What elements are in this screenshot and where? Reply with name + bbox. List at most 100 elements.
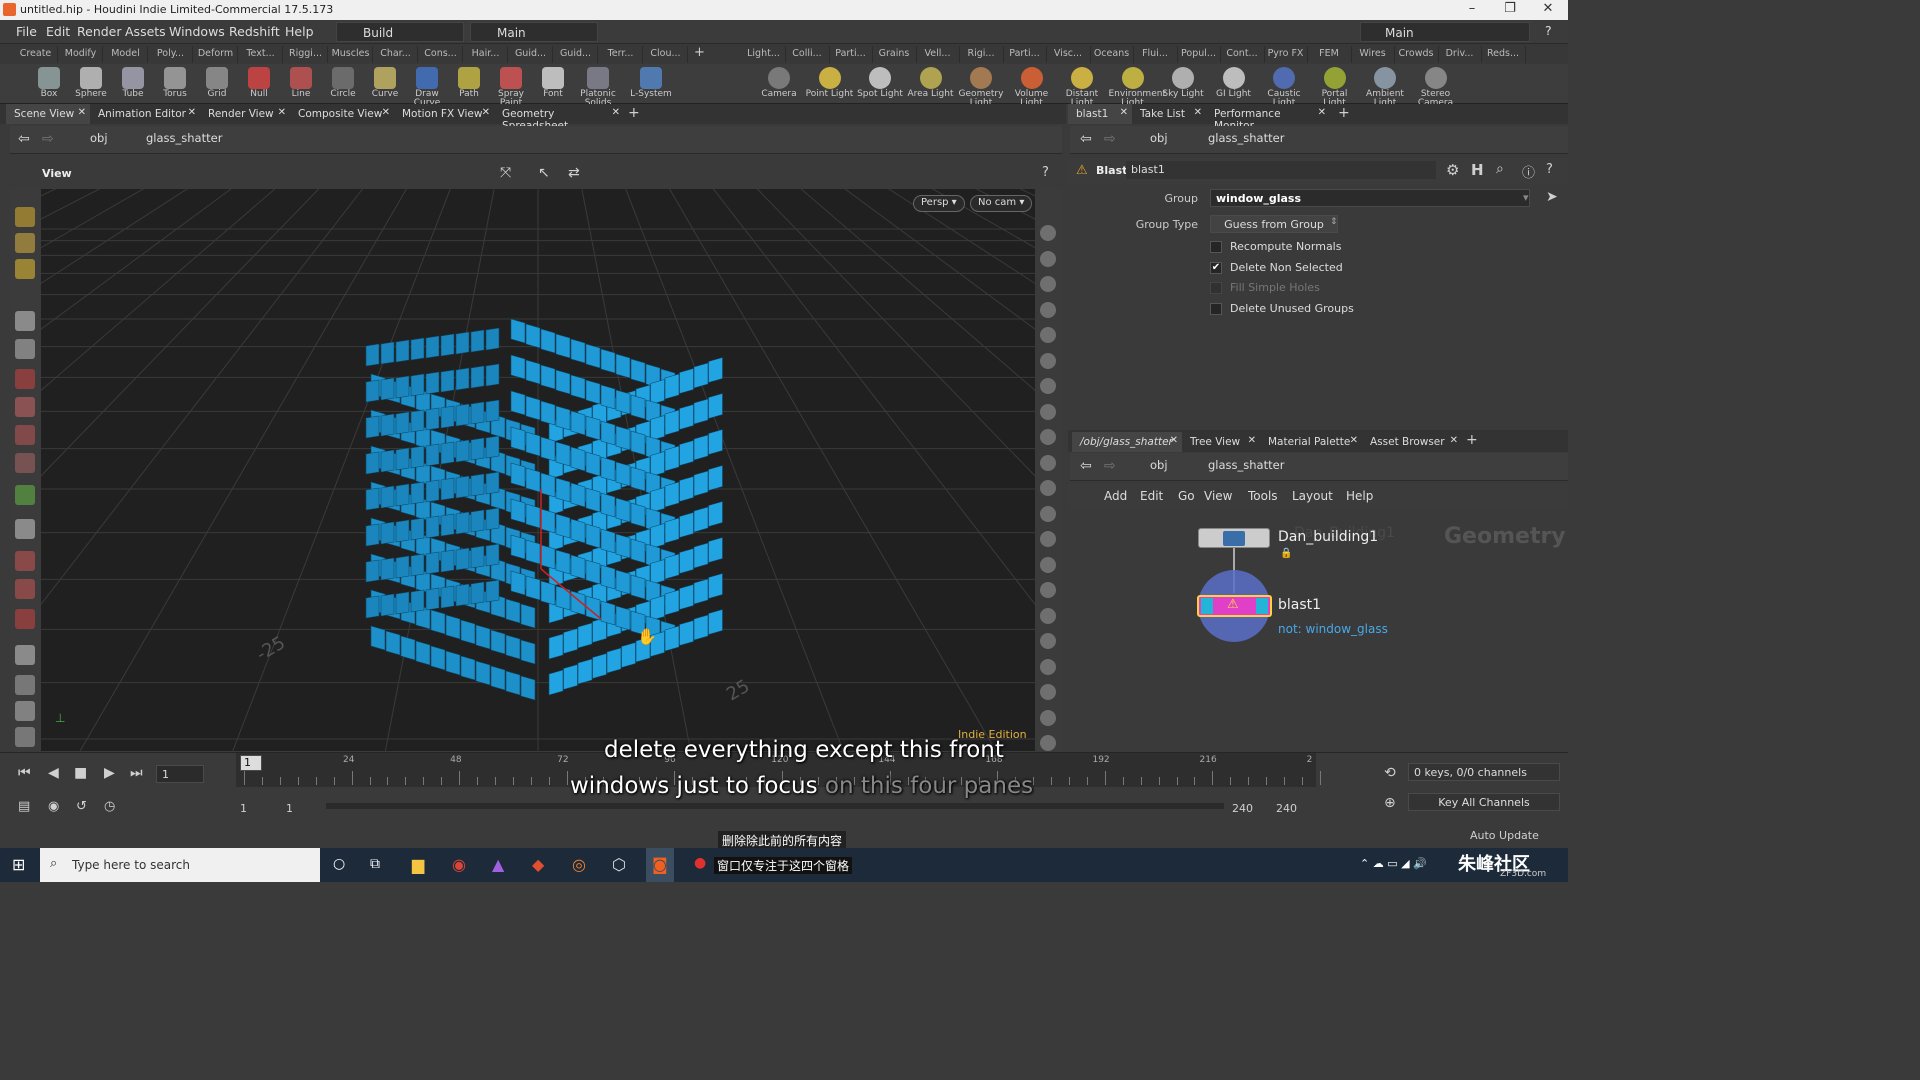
shelf-tool-environment-light[interactable]: Environment Light [1109,64,1166,108]
help-icon[interactable]: ? [1042,165,1049,180]
jump-end-icon[interactable]: ⏭ [130,765,143,781]
node-blast1[interactable]: ⚠ [1197,595,1272,617]
viewport-tool-icon[interactable] [15,727,35,747]
shelf-tool-tube[interactable]: Tube [112,64,154,104]
shelf-tab[interactable]: Muscles [329,46,373,63]
pane-tab[interactable]: /obj/glass_shatter ✕ [1072,432,1182,452]
network-menu-item[interactable]: Go [1178,489,1195,503]
end-frame[interactable]: 240 [1276,802,1297,815]
start-frame[interactable]: 1 [240,802,247,815]
display-option-icon[interactable] [1040,429,1056,445]
shelf-tab[interactable]: Wires [1351,46,1395,63]
pane-tab[interactable]: Composite View ✕ [290,104,394,124]
viewport-tool-icon[interactable] [15,485,35,505]
shelf-tab[interactable]: Reds... [1482,46,1526,63]
display-option-icon[interactable] [1040,327,1056,343]
close-icon[interactable]: ✕ [1170,435,1178,446]
viewport-tool-icon[interactable] [15,579,35,599]
menu-render[interactable]: Render [77,24,122,39]
add-tab-icon[interactable]: + [628,105,640,121]
close-icon[interactable]: ✕ [78,107,86,118]
houdini-taskbar-icon[interactable]: ◙ [646,848,674,882]
add-tab-icon[interactable]: + [1466,432,1478,448]
file-explorer-icon[interactable]: ▆ [412,855,424,874]
pane-tab[interactable]: Motion FX View ✕ [394,104,494,124]
viewport-tool-icon[interactable] [15,397,35,417]
shelf-tool-path[interactable]: Path [448,64,490,104]
shelf-tool-spot-light[interactable]: Spot Light [856,64,904,104]
shelf-tool-torus[interactable]: Torus [154,64,196,104]
shelf-tab[interactable]: Terr... [599,46,643,63]
back-arrow-icon[interactable]: ⇦ [18,131,30,149]
dropdown-arrow-icon[interactable]: ▾ [1523,191,1529,204]
shelf-tool-draw-curve[interactable]: Draw Curve [406,64,448,108]
shelf-tab[interactable]: Cont... [1221,46,1265,63]
help-icon[interactable]: ? [1546,162,1553,177]
shelf-tab[interactable]: Cons... [419,46,463,63]
shelf-tool-portal-light[interactable]: Portal Light [1311,64,1359,108]
display-option-icon[interactable] [1040,403,1056,420]
scope-icon[interactable]: ▤ [18,799,30,814]
display-option-icon[interactable] [1040,684,1056,700]
viewport-tool-icon[interactable] [15,701,35,721]
display-option-icon[interactable] [1040,633,1056,649]
node-name-field[interactable]: blast1 [1126,161,1436,179]
shelf-tab[interactable]: Hair... [464,46,508,63]
display-option-icon[interactable] [1040,454,1056,471]
close-icon[interactable]: ✕ [188,107,196,118]
viewport-tool-icon[interactable] [15,645,35,665]
shelf-tab[interactable]: Flui... [1134,46,1178,63]
pane-tab[interactable]: Take List ✕ [1132,104,1206,124]
shelf-tab[interactable]: Parti... [1003,46,1047,63]
path-context[interactable]: obj [1150,458,1168,476]
shelf-tool-box[interactable]: Box [28,64,70,104]
shelf-tab[interactable]: Oceans [1090,46,1134,63]
shelf-tab[interactable]: Vell... [916,46,960,63]
shelf-tool-curve[interactable]: Curve [364,64,406,104]
display-option-icon[interactable] [1040,225,1056,241]
node-name[interactable]: blast1 [1278,597,1321,613]
display-option-icon[interactable] [1040,250,1056,267]
shelf-tool-geometry-light[interactable]: Geometry Light [957,64,1005,108]
shelf-tab[interactable]: Guid... [509,46,553,63]
back-arrow-icon[interactable]: ⇦ [1080,458,1092,476]
play-icon[interactable]: ▶ [104,765,115,781]
info-icon[interactable]: ⓘ [1522,162,1535,181]
shelf-tab[interactable]: FEM [1308,46,1352,63]
viewport-tool-icon[interactable] [15,609,35,629]
shelf-tab[interactable]: Popul... [1177,46,1221,63]
shelf-tool-sky-light[interactable]: Sky Light [1159,64,1207,104]
range-end-frame[interactable]: 240 [1232,802,1253,815]
camera-menu[interactable]: No cam ▾ [970,195,1033,212]
option-checkbox[interactable]: ✔ [1210,261,1222,274]
path-context[interactable]: obj [1150,131,1168,149]
close-icon[interactable]: ✕ [1350,435,1358,446]
tray-icons[interactable]: ⌃ ☁ ▭ ◢ 🔊 [1360,857,1427,870]
display-option-icon[interactable] [1040,531,1056,547]
pane-tab[interactable]: Performance Monitor✕ [1206,104,1330,132]
search-icon[interactable]: ⌕ [1496,161,1504,177]
hda-icon[interactable]: H [1471,161,1484,179]
viewport-tool-icon[interactable] [15,311,35,331]
desktop-select-right[interactable]: Main [1360,22,1530,42]
loop-icon[interactable]: ↺ [76,799,87,814]
pane-tab[interactable]: Geometry Spreadsheet✕ [494,104,624,132]
workspace-select[interactable]: Main [470,22,598,42]
pane-tab[interactable]: Animation Editor ✕ [90,104,200,124]
shelf-tab[interactable]: Guid... [554,46,598,63]
render-flag[interactable] [1256,598,1268,614]
shelf-tab[interactable]: Char... [374,46,418,63]
desktop-select[interactable]: Build [336,22,464,42]
shelf-tab[interactable]: Modify [59,46,103,63]
close-icon[interactable]: ✕ [612,107,620,118]
viewport-tool-icon[interactable] [15,453,35,473]
display-flag[interactable] [1201,598,1213,614]
viewport-tool-icon[interactable] [15,339,35,359]
pane-tab[interactable]: Render View ✕ [200,104,290,124]
close-icon[interactable]: ✕ [1120,107,1128,118]
display-option-icon[interactable] [1040,378,1056,394]
unity-icon[interactable]: ⬡ [612,855,626,874]
display-option-icon[interactable] [1040,735,1056,751]
blender-icon[interactable]: ◎ [572,855,586,874]
close-icon[interactable]: ✕ [1533,1,1563,16]
